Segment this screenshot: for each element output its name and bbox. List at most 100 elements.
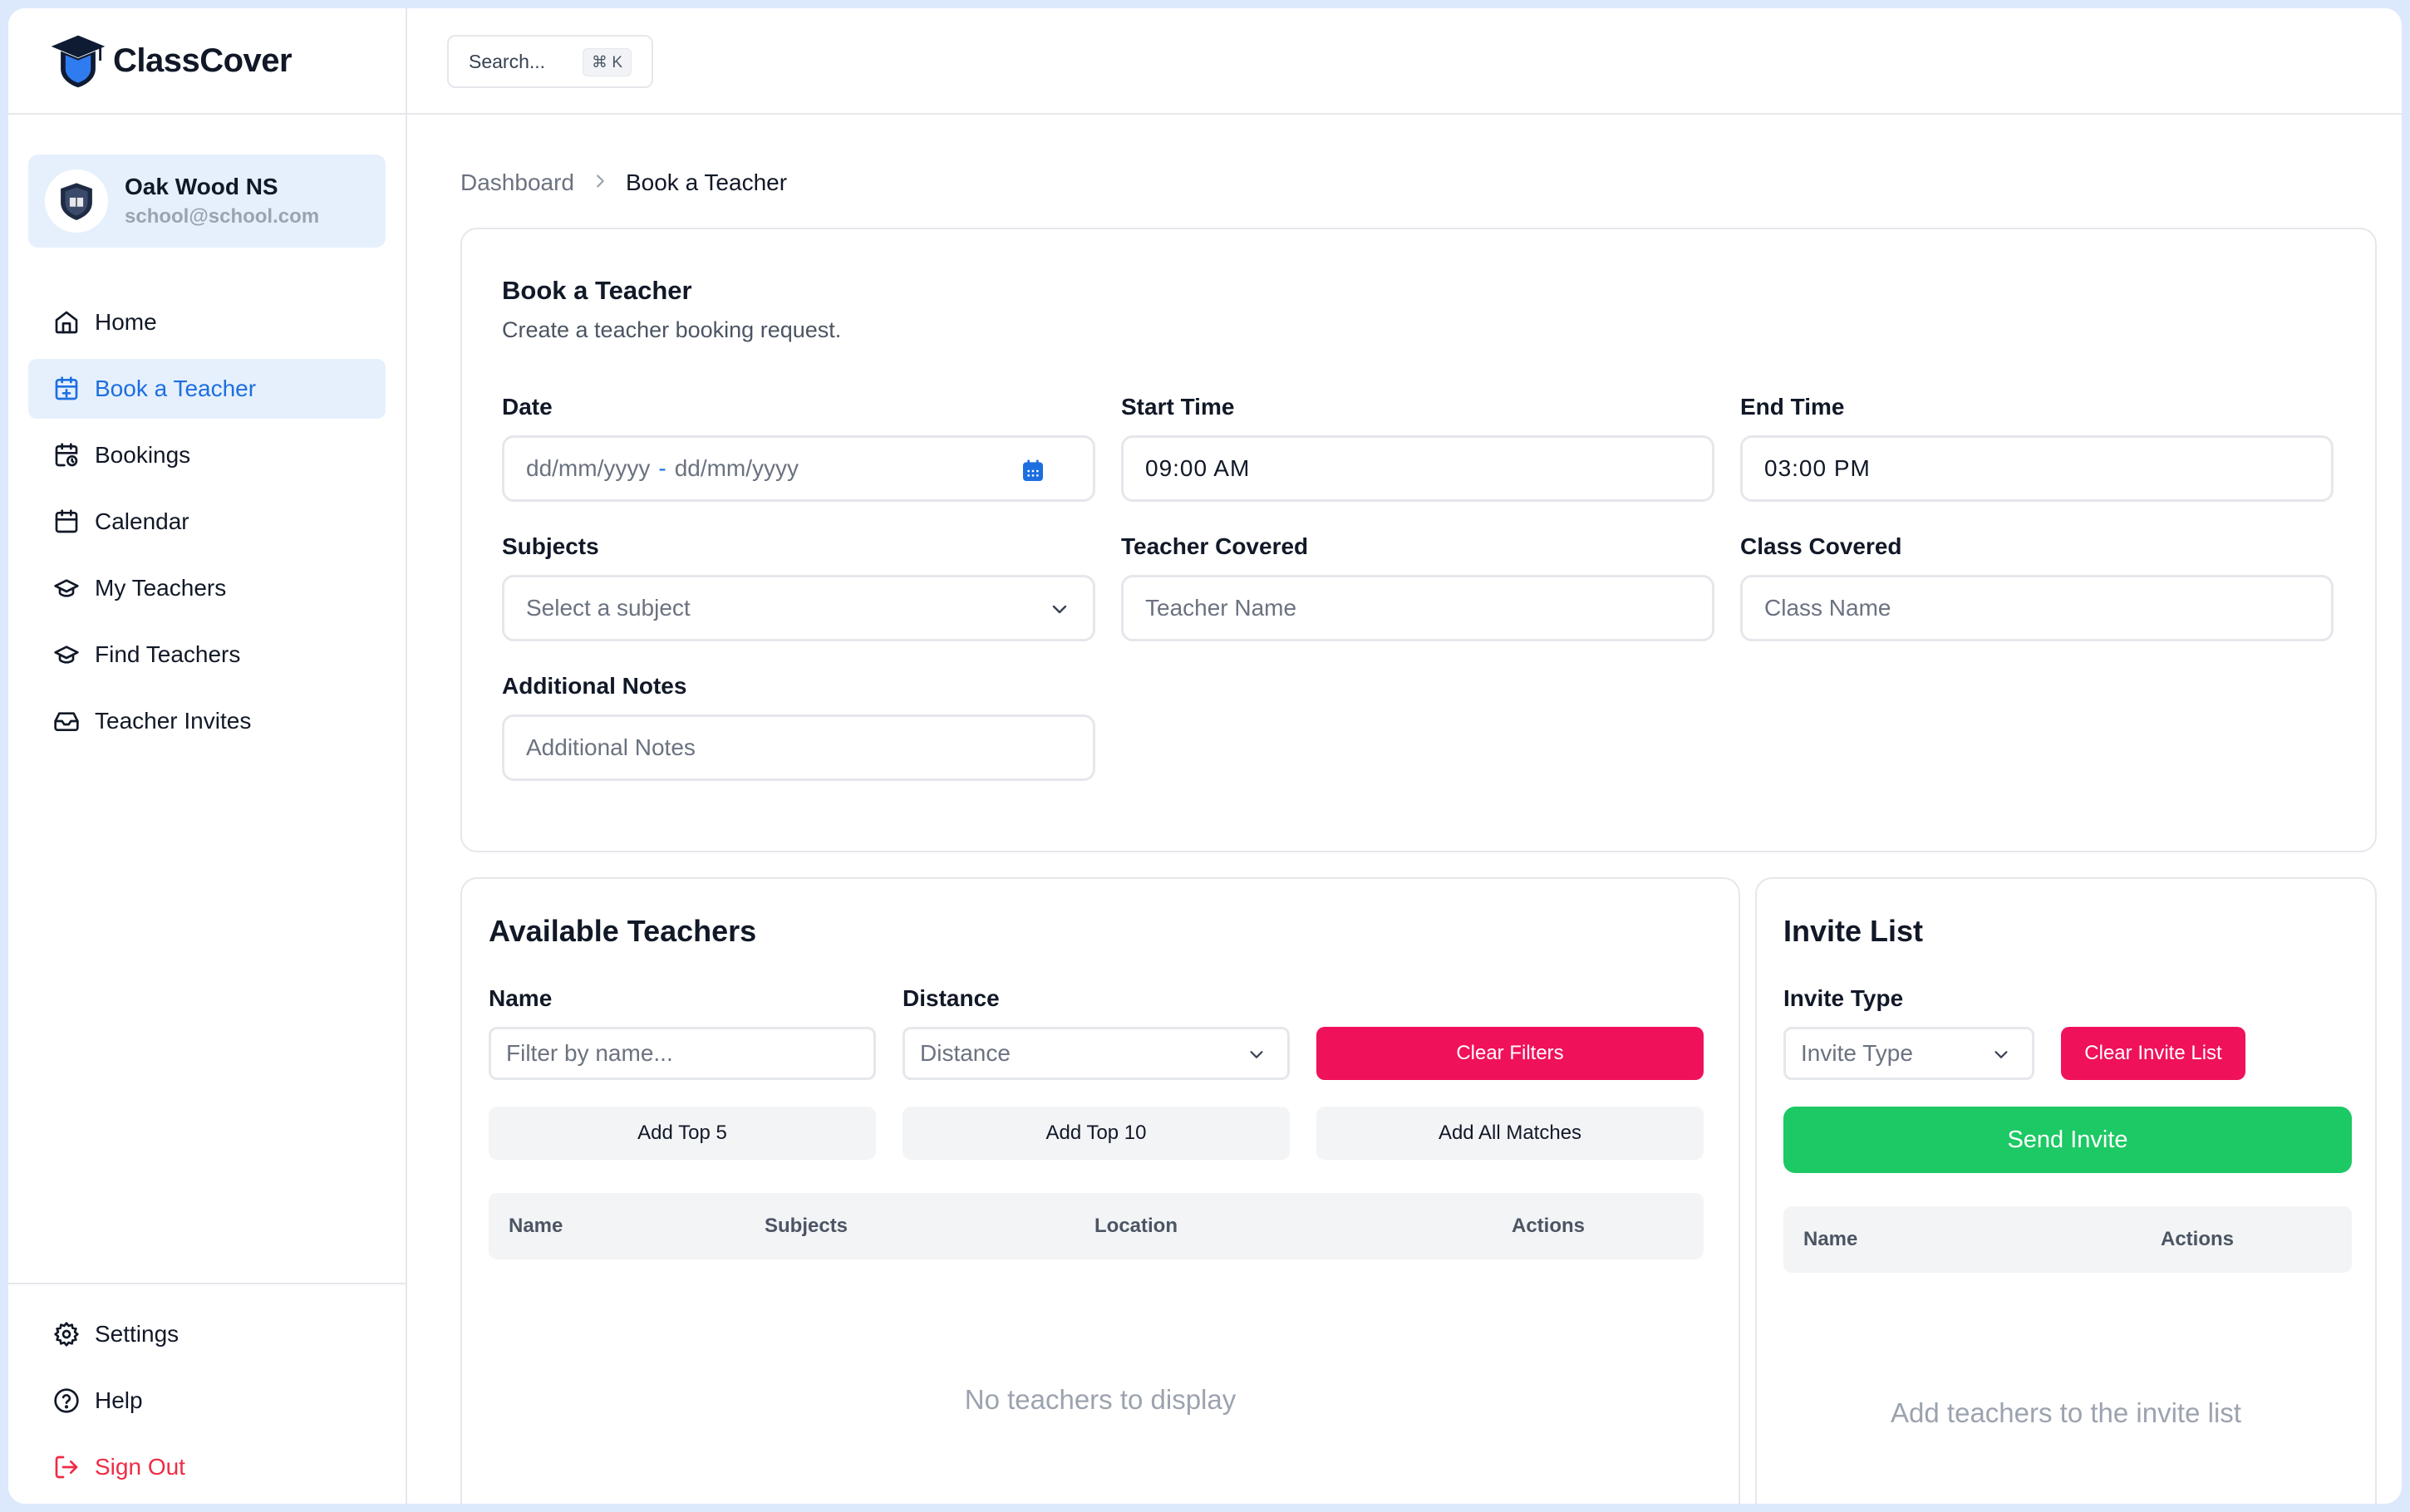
breadcrumb: Dashboard Book a Teacher bbox=[460, 169, 787, 196]
home-icon bbox=[55, 311, 78, 334]
chevron-down-icon bbox=[1052, 605, 1067, 614]
name-filter-input[interactable]: Filter by name... bbox=[489, 1027, 876, 1080]
date-separator: - bbox=[658, 455, 666, 481]
notes-label: Additional Notes bbox=[502, 673, 687, 699]
nav-item-my-teachers[interactable]: My Teachers bbox=[28, 558, 386, 618]
school-profile[interactable]: Oak Wood NS school@school.com bbox=[28, 155, 386, 248]
start-time-value: 09:00 AM bbox=[1145, 455, 1251, 481]
notes-placeholder: Additional Notes bbox=[526, 734, 696, 760]
nav-item-settings[interactable]: Settings bbox=[28, 1304, 386, 1364]
subjects-label: Subjects bbox=[502, 533, 599, 559]
graduation-cap-icon bbox=[54, 646, 79, 664]
search-input[interactable]: Search... ⌘ K bbox=[447, 35, 653, 88]
date-range-input[interactable]: dd/mm/yyyy - dd/mm/yyyy bbox=[502, 435, 1095, 502]
sidebar: ClassCover Oak Wood NS school@school.com… bbox=[8, 8, 407, 1504]
invite-list-title: Invite List bbox=[1783, 914, 1924, 948]
column-header-location[interactable]: Location bbox=[1094, 1215, 1178, 1238]
nav-label: Help bbox=[95, 1387, 143, 1413]
inbox-icon bbox=[54, 712, 79, 731]
nav-item-find-teachers[interactable]: Find Teachers bbox=[28, 625, 386, 685]
subjects-value: Select a subject bbox=[526, 595, 691, 621]
app-window: ClassCover Oak Wood NS school@school.com… bbox=[8, 8, 2402, 1504]
distance-select[interactable]: Distance bbox=[903, 1027, 1290, 1080]
date-end[interactable]: dd/mm/yyyy bbox=[675, 455, 799, 482]
invite-list-card: Invite List Invite Type Invite Type Clea… bbox=[1755, 877, 2377, 1504]
column-header-subjects[interactable]: Subjects bbox=[765, 1215, 848, 1238]
breadcrumb-dashboard[interactable]: Dashboard bbox=[460, 169, 574, 196]
distance-value: Distance bbox=[920, 1040, 1011, 1066]
available-teachers-card: Available Teachers Name Filter by name..… bbox=[460, 877, 1740, 1504]
column-header-actions: Actions bbox=[1512, 1215, 1586, 1237]
nav-label: Home bbox=[95, 309, 157, 335]
top-bar: Search... ⌘ K bbox=[407, 8, 2402, 115]
form-subtitle: Create a teacher booking request. bbox=[502, 317, 842, 342]
invite-type-select[interactable]: Invite Type bbox=[1783, 1027, 2034, 1080]
nav-item-sign-out[interactable]: Sign Out bbox=[28, 1437, 386, 1497]
column-header-name[interactable]: Name bbox=[1803, 1228, 1857, 1251]
nav-item-help[interactable]: Help bbox=[28, 1371, 386, 1431]
available-teachers-table-header: Name Subjects Location Actions bbox=[489, 1193, 1704, 1259]
nav-item-home[interactable]: Home bbox=[28, 292, 386, 352]
start-time-label: Start Time bbox=[1121, 394, 1235, 420]
available-teachers-title: Available Teachers bbox=[489, 914, 757, 948]
shield-cap-logo-icon bbox=[51, 35, 106, 88]
end-time-value: 03:00 PM bbox=[1764, 455, 1871, 481]
end-time-input[interactable]: 03:00 PM bbox=[1740, 435, 2334, 502]
school-name: Oak Wood NS bbox=[125, 174, 278, 199]
invite-table-header: Name Actions bbox=[1783, 1206, 2352, 1273]
school-crest-icon bbox=[45, 169, 108, 233]
subjects-select[interactable]: Select a subject bbox=[502, 575, 1095, 641]
end-time-label: End Time bbox=[1740, 394, 1845, 420]
send-invite-button[interactable]: Send Invite bbox=[1783, 1107, 2352, 1173]
teacher-covered-label: Teacher Covered bbox=[1121, 533, 1309, 559]
teacher-covered-input[interactable]: Teacher Name bbox=[1121, 575, 1714, 641]
nav-item-bookings[interactable]: Bookings bbox=[28, 425, 386, 485]
name-filter-placeholder: Filter by name... bbox=[506, 1040, 673, 1066]
invite-type-label: Invite Type bbox=[1783, 985, 1904, 1011]
nav-label: Bookings bbox=[95, 442, 191, 468]
nav-item-teacher-invites[interactable]: Teacher Invites bbox=[28, 691, 386, 751]
date-start[interactable]: dd/mm/yyyy bbox=[526, 455, 650, 482]
chevron-right-icon bbox=[591, 170, 609, 196]
name-filter-label: Name bbox=[489, 985, 553, 1011]
empty-invite-message: Add teachers to the invite list bbox=[1891, 1397, 2241, 1428]
nav-label: My Teachers bbox=[95, 575, 227, 601]
search-placeholder: Search... bbox=[469, 50, 546, 72]
school-email: school@school.com bbox=[125, 205, 320, 228]
class-covered-input[interactable]: Class Name bbox=[1740, 575, 2334, 641]
start-time-input[interactable]: 09:00 AM bbox=[1121, 435, 1714, 502]
nav-label: Sign Out bbox=[95, 1454, 185, 1480]
add-top-10-button[interactable]: Add Top 10 bbox=[903, 1107, 1290, 1160]
class-covered-label: Class Covered bbox=[1740, 533, 1902, 559]
add-top-5-button[interactable]: Add Top 5 bbox=[489, 1107, 876, 1160]
logo[interactable]: ClassCover bbox=[8, 8, 407, 115]
search-shortcut: ⌘ K bbox=[583, 48, 632, 76]
teacher-covered-placeholder: Teacher Name bbox=[1145, 595, 1297, 621]
nav-label: Settings bbox=[95, 1321, 180, 1347]
nav-label: Book a Teacher bbox=[95, 376, 257, 401]
class-covered-placeholder: Class Name bbox=[1764, 595, 1891, 621]
app-name: ClassCover bbox=[113, 42, 293, 79]
nav-item-calendar[interactable]: Calendar bbox=[28, 492, 386, 552]
add-all-matches-button[interactable]: Add All Matches bbox=[1316, 1107, 1704, 1160]
clear-invite-list-button[interactable]: Clear Invite List bbox=[2061, 1027, 2245, 1080]
form-title: Book a Teacher bbox=[502, 276, 692, 305]
invite-type-value: Invite Type bbox=[1801, 1040, 1913, 1066]
sign-out-icon bbox=[55, 1456, 78, 1479]
gear-icon bbox=[54, 1322, 79, 1347]
breadcrumb-current: Book a Teacher bbox=[625, 169, 788, 195]
calendar-icon[interactable] bbox=[1020, 458, 1046, 484]
nav-label: Teacher Invites bbox=[95, 708, 252, 734]
clear-filters-button[interactable]: Clear Filters bbox=[1316, 1027, 1704, 1080]
column-header-name[interactable]: Name bbox=[509, 1215, 563, 1238]
calendar-plus-icon bbox=[55, 376, 78, 400]
distance-label: Distance bbox=[903, 985, 1000, 1011]
column-header-actions: Actions bbox=[2161, 1228, 2235, 1250]
main-nav: Home Book a Teacher Bookings Calendar My… bbox=[28, 292, 386, 758]
date-label: Date bbox=[502, 394, 553, 420]
help-icon bbox=[54, 1388, 79, 1413]
nav-label: Find Teachers bbox=[95, 641, 241, 667]
nav-item-book-a-teacher[interactable]: Book a Teacher bbox=[28, 359, 386, 419]
nav-label: Calendar bbox=[95, 508, 189, 534]
notes-input[interactable]: Additional Notes bbox=[502, 714, 1095, 781]
